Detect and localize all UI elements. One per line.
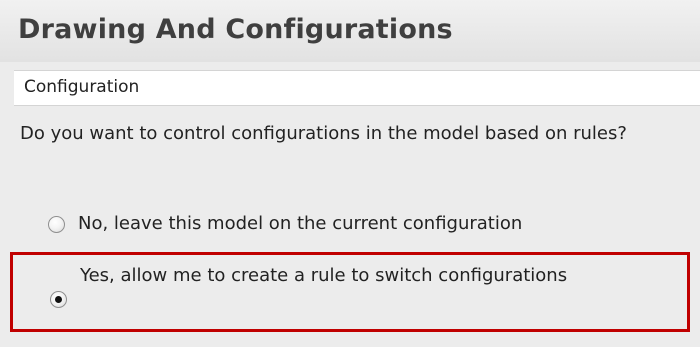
panel-title-bar: Drawing And Configurations: [0, 0, 700, 62]
section-label: Configuration: [24, 77, 140, 97]
configuration-panel: Drawing And Configurations Configuration…: [0, 0, 700, 347]
configuration-question: Do you want to control configurations in…: [20, 123, 627, 144]
radio-button-yes[interactable]: [50, 291, 67, 308]
radio-selected-dot-icon: [55, 296, 62, 303]
radio-button-no[interactable]: [48, 216, 65, 233]
panel-title: Drawing And Configurations: [18, 14, 453, 45]
option-yes-label[interactable]: Yes, allow me to create a rule to switch…: [80, 262, 640, 290]
option-no-label[interactable]: No, leave this model on the current conf…: [78, 210, 638, 238]
section-header: Configuration: [14, 70, 700, 106]
panel-content: Configuration Do you want to control con…: [0, 62, 700, 347]
